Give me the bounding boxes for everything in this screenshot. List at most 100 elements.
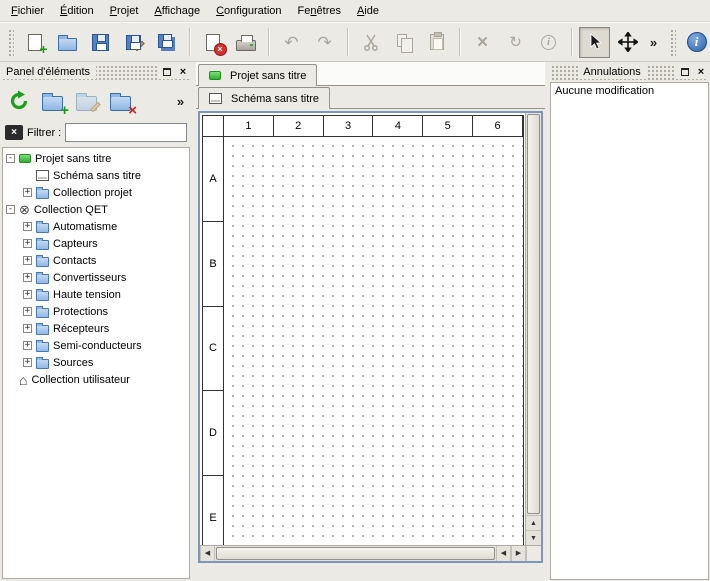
undo-panel-float-button[interactable]	[678, 65, 692, 79]
menu-affichage[interactable]: Affichage	[146, 2, 208, 20]
about-button[interactable]: i	[681, 27, 710, 58]
save-as-button[interactable]	[118, 27, 149, 58]
undo-button[interactable]: ↶	[276, 27, 307, 58]
menu-aide[interactable]: Aide	[349, 2, 387, 20]
scroll-left-button[interactable]: ◀	[200, 546, 215, 561]
toolbar-overflow-button[interactable]: »	[645, 27, 662, 58]
paste-icon	[430, 34, 444, 50]
horizontal-scrollbar-thumb[interactable]	[216, 547, 495, 560]
tree-item-collection-projet[interactable]: + Collection projet	[3, 184, 189, 201]
menu-edition[interactable]: Édition	[52, 2, 102, 20]
undo-history-list[interactable]: Aucune modification	[550, 82, 709, 580]
tree-item-sch-ma-sans-titre[interactable]: Schéma sans titre	[3, 167, 189, 184]
delete-button[interactable]: ×	[467, 27, 498, 58]
tree-item-label: Haute tension	[53, 289, 121, 301]
folder-icon	[36, 189, 49, 199]
collapse-icon[interactable]: -	[6, 205, 15, 214]
panel-float-button[interactable]	[160, 65, 174, 79]
new-element-button[interactable]: +	[37, 86, 68, 117]
qet-collection-icon: ⊗	[19, 204, 30, 216]
project-tab[interactable]: Projet sans titre	[198, 64, 317, 86]
edit-element-icon	[76, 96, 97, 111]
tree-item-haute-tension[interactable]: + Haute tension	[3, 286, 189, 303]
scroll-left-button-end[interactable]: ◀	[496, 546, 511, 561]
elements-panel-titlebar[interactable]: Panel d'éléments ×	[2, 64, 190, 80]
scroll-down-button[interactable]: ▼	[526, 530, 541, 545]
scroll-up-button[interactable]: ▲	[526, 515, 541, 530]
cut-icon	[362, 33, 380, 51]
tree-item-r-cepteurs[interactable]: +Récepteurs	[3, 320, 189, 337]
panel-overflow-button[interactable]: »	[172, 86, 189, 117]
paste-button[interactable]	[421, 27, 452, 58]
row-header-cell: E	[203, 476, 223, 545]
scroll-right-button[interactable]: ▶	[511, 546, 526, 561]
redo-button[interactable]: ↷	[309, 27, 340, 58]
vertical-scrollbar[interactable]: ▲ ▼	[526, 113, 541, 545]
row-header-cell: C	[203, 307, 223, 392]
float-icon	[681, 68, 689, 76]
tree-item-protections[interactable]: +Protections	[3, 303, 189, 320]
menu-configuration[interactable]: Configuration	[208, 2, 289, 20]
panel-close-button[interactable]: ×	[176, 65, 190, 79]
toolbar-drag-handle[interactable]	[669, 28, 676, 56]
tree-item-label: Collection projet	[53, 187, 132, 199]
save-all-button[interactable]	[151, 27, 182, 58]
dock-buttons: ×	[675, 65, 708, 79]
red-x-badge-icon: ×	[128, 103, 137, 118]
rotate-button[interactable]: ↻	[500, 27, 531, 58]
cut-button[interactable]	[355, 27, 386, 58]
open-project-button[interactable]	[52, 27, 83, 58]
tree-item-projet-sans-titre[interactable]: - Projet sans titre	[3, 150, 189, 167]
horizontal-scrollbar[interactable]: ◀ ◀ ▶	[200, 546, 526, 561]
reload-collections-button[interactable]	[3, 86, 34, 117]
select-tool-button[interactable]	[579, 27, 610, 58]
filter-input[interactable]	[65, 123, 187, 142]
filter-clear-button[interactable]: ×	[5, 125, 23, 140]
new-document-button[interactable]: +	[19, 27, 50, 58]
tree-item-automatisme[interactable]: +Automatisme	[3, 218, 189, 235]
mdi-area: 123456 ABCDE ▲ ▼ ◀	[196, 109, 545, 581]
expand-icon[interactable]: +	[23, 324, 32, 333]
close-file-button[interactable]: ×	[197, 27, 228, 58]
tree-item-contacts[interactable]: +Contacts	[3, 252, 189, 269]
column-header-cell: 6	[473, 116, 523, 136]
undo-panel-close-button[interactable]: ×	[694, 65, 708, 79]
menu-fichier[interactable]: Fichier	[3, 2, 52, 20]
expand-icon[interactable]: +	[23, 358, 32, 367]
tree-item-label: Projet sans titre	[35, 153, 111, 165]
arrow-down-icon: ▼	[530, 535, 537, 542]
expand-icon[interactable]: +	[23, 256, 32, 265]
arrow-left-icon: ◀	[205, 550, 210, 557]
expand-icon[interactable]: +	[23, 273, 32, 282]
copy-button[interactable]	[388, 27, 419, 58]
delete-element-button[interactable]: ×	[105, 86, 136, 117]
expand-icon[interactable]: +	[23, 290, 32, 299]
expand-icon[interactable]: +	[23, 307, 32, 316]
menu-projet[interactable]: Projet	[102, 2, 147, 20]
element-tree[interactable]: - Projet sans titre Schéma sans titre + Coll…	[2, 147, 190, 579]
info-button[interactable]: i	[533, 27, 564, 58]
move-tool-button[interactable]	[612, 27, 643, 58]
folder-icon	[36, 359, 49, 369]
menu-fenetres[interactable]: Fenêtres	[290, 2, 349, 20]
print-button[interactable]	[230, 27, 261, 58]
expand-icon[interactable]: +	[23, 222, 32, 231]
undo-panel-titlebar[interactable]: Annulations ×	[551, 64, 708, 80]
toolbar-drag-handle[interactable]	[7, 28, 14, 56]
expand-icon[interactable]: +	[23, 239, 32, 248]
vertical-scrollbar-thumb[interactable]	[527, 114, 540, 514]
tree-item-collection-qet[interactable]: -⊗Collection QET	[3, 201, 189, 218]
tree-item-convertisseurs[interactable]: +Convertisseurs	[3, 269, 189, 286]
collapse-icon[interactable]: -	[6, 154, 15, 163]
schema-canvas[interactable]: 123456 ABCDE	[200, 113, 526, 545]
tree-item-semi-conducteurs[interactable]: +Semi-conducteurs	[3, 337, 189, 354]
tree-item-sources[interactable]: +Sources	[3, 354, 189, 371]
expand-icon[interactable]: +	[23, 188, 32, 197]
tree-item-collection-utilisateur[interactable]: ⌂Collection utilisateur	[3, 371, 189, 388]
expand-icon[interactable]: +	[23, 341, 32, 350]
edit-element-button[interactable]	[71, 86, 102, 117]
schema-tab[interactable]: Schéma sans titre	[198, 87, 330, 109]
save-button[interactable]	[85, 27, 116, 58]
tree-item-capteurs[interactable]: +Capteurs	[3, 235, 189, 252]
tree-item-label: Schéma sans titre	[53, 170, 141, 182]
